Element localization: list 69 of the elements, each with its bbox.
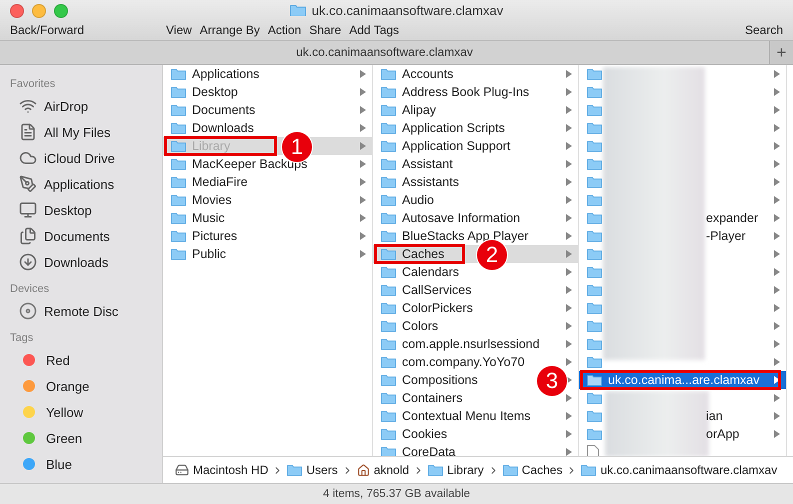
folder-name[interactable]: Desktop [192,85,238,99]
folder-name[interactable]: Music [192,211,225,225]
path-item[interactable]: Caches [522,463,562,477]
folder-name[interactable]: com.apple.nsurlsessiond [402,337,540,351]
toolbar-label[interactable]: Share [309,23,342,37]
sidebar-item[interactable]: Green [46,430,82,446]
folder-name[interactable]: Caches [402,247,444,261]
folder-name[interactable]: Cookies [402,427,448,441]
path-item[interactable]: uk.co.canimaansoftware.clamxav [600,463,778,477]
folder-name[interactable]: Compositions [402,373,478,387]
folder-name[interactable]: Movies [192,193,232,207]
folder-name[interactable]: CoreData [402,445,456,456]
search-label[interactable]: Search [744,23,783,37]
toolbar-label[interactable]: Arrange By [200,23,260,37]
toolbar-label[interactable]: View [166,23,192,37]
sidebar-item[interactable]: Desktop [44,202,92,218]
sidebar-item[interactable]: Applications [44,176,114,192]
folder-name[interactable]: Downloads [192,121,254,135]
folder-name[interactable]: Pictures [192,229,238,243]
path-item[interactable]: aknold [374,463,410,477]
folder-name[interactable]: Alipay [402,103,436,117]
partial-folder-name: -Player [706,229,746,243]
folder-name[interactable]: Application Support [402,139,510,153]
toolbar-label[interactable]: Add Tags [349,23,400,37]
folder-name[interactable]: Applications [192,67,260,81]
status-text: 4 items, 765.37 GB available [0,483,793,504]
folder-name[interactable]: Assistant [402,157,453,171]
folder-name[interactable]: com.company.YoYo70 [402,355,525,369]
sidebar-item[interactable]: Remote Disc [44,304,118,318]
back-forward-label[interactable]: Back/Forward [10,23,166,37]
sidebar-heading: Tags [9,331,34,346]
sidebar-item[interactable]: Orange [46,378,90,394]
partial-folder-name: ian [706,409,723,423]
sidebar-item[interactable]: AirDrop [44,98,88,114]
sidebar-item[interactable]: Yellow [46,404,84,420]
folder-name[interactable]: Address Book Plug-Ins [402,85,530,99]
path-item[interactable]: Library [447,463,484,477]
sidebar-item[interactable]: Red [46,352,70,368]
folder-name[interactable]: Calendars [402,265,459,279]
folder-name[interactable]: MediaFire [192,175,248,189]
window-title: uk.co.canimaansoftware.clamxav [312,2,504,18]
folder-name[interactable]: CallServices [402,283,472,297]
partial-folder-name: expander [706,211,758,225]
sidebar-item[interactable]: All My Files [44,124,110,140]
folder-name[interactable]: Containers [402,391,462,405]
sidebar-heading: Devices [9,282,50,297]
new-tab-button[interactable]: + [769,41,793,64]
folder-name[interactable]: Accounts [402,67,454,81]
folder-name[interactable]: Autosave Information [402,211,520,225]
step-badge: 3 [536,365,568,397]
sidebar-item[interactable]: Blue [46,456,72,472]
folder-name[interactable]: Public [192,247,226,261]
sidebar-heading: Favorites [9,77,56,92]
sidebar-item[interactable]: iCloud Drive [44,150,115,166]
folder-name[interactable]: Assistants [402,175,459,189]
folder-name[interactable]: Audio [402,193,434,207]
toolbar-label[interactable]: Action [268,23,302,37]
partial-folder-name: orApp [706,427,740,441]
sidebar-item[interactable]: Documents [44,228,110,244]
sidebar-item[interactable]: Downloads [44,254,108,270]
tab-title[interactable]: uk.co.canimaansoftware.clamxav [0,41,769,64]
folder-name[interactable]: Application Scripts [402,121,505,135]
folder-name[interactable]: Colors [402,319,438,333]
path-item[interactable]: Macintosh HD [193,463,268,477]
folder-name[interactable]: uk.co.canima...are.clamxav [608,373,760,387]
folder-name[interactable]: ColorPickers [402,301,473,315]
path-item[interactable]: Users [306,463,338,477]
folder-name[interactable]: Documents [192,103,256,117]
folder-name[interactable]: Contextual Menu Items [402,409,531,423]
